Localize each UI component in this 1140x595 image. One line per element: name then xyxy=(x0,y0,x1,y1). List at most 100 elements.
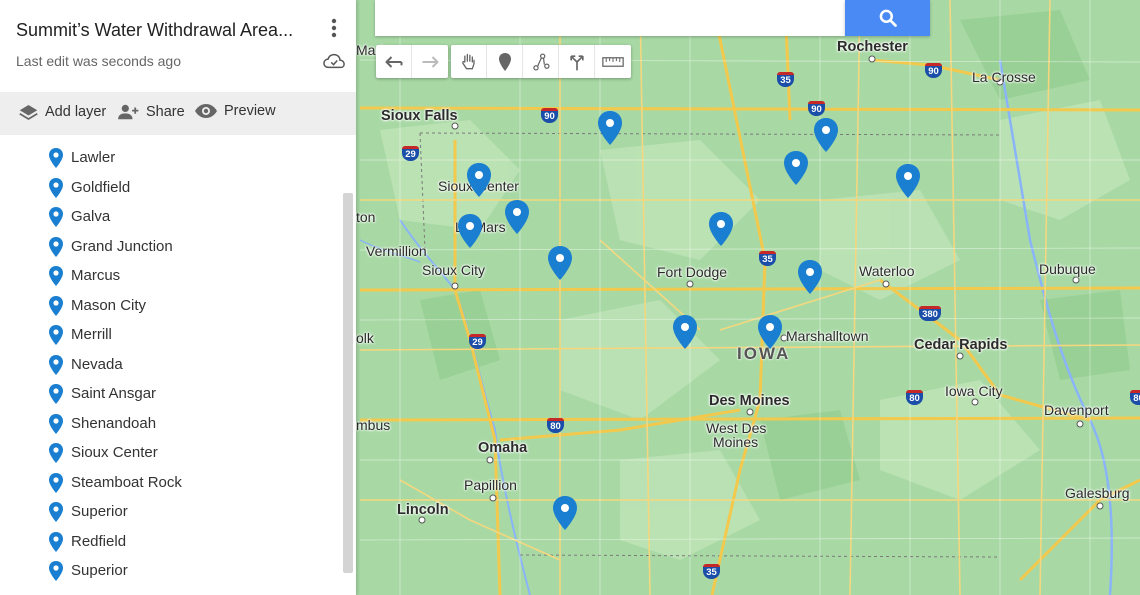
list-item-label: Saint Ansgar xyxy=(71,385,157,402)
city-label-papillion: Papillion xyxy=(464,477,517,493)
map-marker-pin-icon[interactable] xyxy=(457,213,483,249)
list-item-label: Marcus xyxy=(71,267,121,284)
list-item[interactable]: Mason City xyxy=(0,291,344,321)
route-shield: 80 xyxy=(906,390,923,405)
redo-icon xyxy=(422,55,439,68)
search-button[interactable] xyxy=(845,0,930,36)
map-pin-icon xyxy=(49,177,63,198)
map-marker-pin-icon[interactable] xyxy=(597,110,623,146)
map-marker-pin-icon[interactable] xyxy=(783,150,809,186)
route-shield: 90 xyxy=(808,101,825,116)
more-options-icon[interactable] xyxy=(324,16,344,40)
map-marker-pin-icon[interactable] xyxy=(797,259,823,295)
list-item[interactable]: Marcus xyxy=(0,261,344,291)
map-marker-pin-icon[interactable] xyxy=(757,314,783,350)
eye-icon xyxy=(195,104,217,118)
tools-toolbar xyxy=(451,45,631,78)
city-label-omaha: Omaha xyxy=(478,440,528,456)
map-pin-icon xyxy=(49,325,63,345)
map-pin-icon xyxy=(49,531,63,552)
route-shield: 29 xyxy=(469,334,486,349)
city-label-partial-olk: olk xyxy=(356,330,374,346)
map-pin-icon xyxy=(49,236,63,257)
last-edit-status: Last edit was seconds ago xyxy=(16,53,181,69)
list-item-label: Merrill xyxy=(71,326,112,343)
list-item-label: Shenandoah xyxy=(71,414,157,432)
list-item[interactable]: Nevada xyxy=(0,350,344,380)
route-shield: 35 xyxy=(777,72,794,87)
list-item[interactable]: Shenandoah xyxy=(0,409,344,439)
list-item[interactable]: Sioux Center xyxy=(0,438,344,468)
list-item[interactable]: Goldfield xyxy=(0,173,344,203)
map-marker-pin-icon[interactable] xyxy=(466,162,492,198)
list-item-label: Redfield xyxy=(71,532,127,550)
pan-tool-button[interactable] xyxy=(451,45,487,78)
city-label-sioux-city: Sioux City xyxy=(422,262,486,278)
layer-actions-bar: Add layer Share Preview xyxy=(0,92,356,135)
list-item[interactable]: Steamboat Rock xyxy=(0,468,344,498)
city-label-cedar-rapids: Cedar Rapids xyxy=(914,337,1008,353)
share-label: Share xyxy=(146,104,185,120)
marker-icon xyxy=(498,52,511,71)
route-shield: 380 xyxy=(919,306,941,321)
city-label-des-moines: Des Moines xyxy=(709,393,790,409)
map-marker-pin-icon[interactable] xyxy=(552,495,578,531)
measure-button[interactable] xyxy=(595,45,631,78)
map-marker-pin-icon[interactable] xyxy=(895,163,921,199)
city-label-partial-ton: ton xyxy=(356,209,376,225)
cloud-saved-icon xyxy=(323,53,345,69)
add-person-icon xyxy=(118,104,139,120)
panel-scrollbar[interactable] xyxy=(343,193,353,573)
route-shield: 90 xyxy=(925,63,942,78)
list-item[interactable]: Superior xyxy=(0,497,344,527)
city-label-vermillion: Vermillion xyxy=(366,243,427,259)
list-item[interactable]: Saint Ansgar xyxy=(0,379,344,409)
list-item-label: Goldfield xyxy=(71,178,131,196)
undo-icon xyxy=(385,55,402,68)
map-title[interactable]: Summit’s Water Withdrawal Area... xyxy=(16,20,293,41)
map-marker-pin-icon[interactable] xyxy=(504,199,530,235)
map-pin-icon xyxy=(49,413,63,434)
preview-button[interactable]: Preview xyxy=(194,103,276,119)
redo-button[interactable] xyxy=(412,45,448,78)
list-item[interactable]: Lawler xyxy=(0,143,344,173)
map-marker-pin-icon[interactable] xyxy=(672,314,698,350)
map-pin-icon xyxy=(49,443,63,463)
add-marker-button[interactable] xyxy=(487,45,523,78)
map-pin-icon xyxy=(49,295,63,316)
map-pin-icon xyxy=(49,472,63,493)
map-pin-icon xyxy=(49,354,63,375)
city-label-davenport: Davenport xyxy=(1044,402,1109,418)
map-marker-pin-icon[interactable] xyxy=(547,245,573,281)
map-marker-pin-icon[interactable] xyxy=(813,117,839,153)
list-item[interactable]: Galva xyxy=(0,202,344,232)
city-label-la-crosse: La Crosse xyxy=(972,69,1036,85)
layer-feature-list: Lawler Goldfield Galva Grand Junction Ma… xyxy=(0,143,344,586)
layers-icon xyxy=(19,105,38,121)
route-shield: 29 xyxy=(402,146,419,161)
map-pin-icon xyxy=(49,561,63,581)
map-pin-icon xyxy=(49,384,63,404)
add-layer-button[interactable]: Add layer xyxy=(18,103,106,121)
directions-button[interactable] xyxy=(559,45,595,78)
map-marker-pin-icon[interactable] xyxy=(708,211,734,247)
list-item-label: Lawler xyxy=(71,149,116,166)
side-panel: Summit’s Water Withdrawal Area... Last e… xyxy=(0,0,356,595)
city-label-dubuque: Dubuque xyxy=(1039,261,1096,277)
undo-button[interactable] xyxy=(376,45,412,78)
map-search-input[interactable] xyxy=(375,0,845,36)
city-label-galesburg: Galesburg xyxy=(1065,485,1130,501)
add-layer-label: Add layer xyxy=(45,104,107,120)
list-item[interactable]: Redfield xyxy=(0,527,344,557)
route-shield: 35 xyxy=(703,564,720,579)
city-label-iowa-city: Iowa City xyxy=(945,383,1003,399)
directions-icon xyxy=(569,54,584,70)
list-item[interactable]: Grand Junction xyxy=(0,232,344,262)
list-item[interactable]: Merrill xyxy=(0,320,344,350)
list-item[interactable]: Superior xyxy=(0,556,344,586)
list-item-label: Superior xyxy=(71,503,128,520)
city-label-fort-dodge: Fort Dodge xyxy=(657,264,728,280)
share-button[interactable]: Share xyxy=(116,103,185,121)
draw-line-button[interactable] xyxy=(523,45,559,78)
list-item-label: Nevada xyxy=(71,355,123,373)
